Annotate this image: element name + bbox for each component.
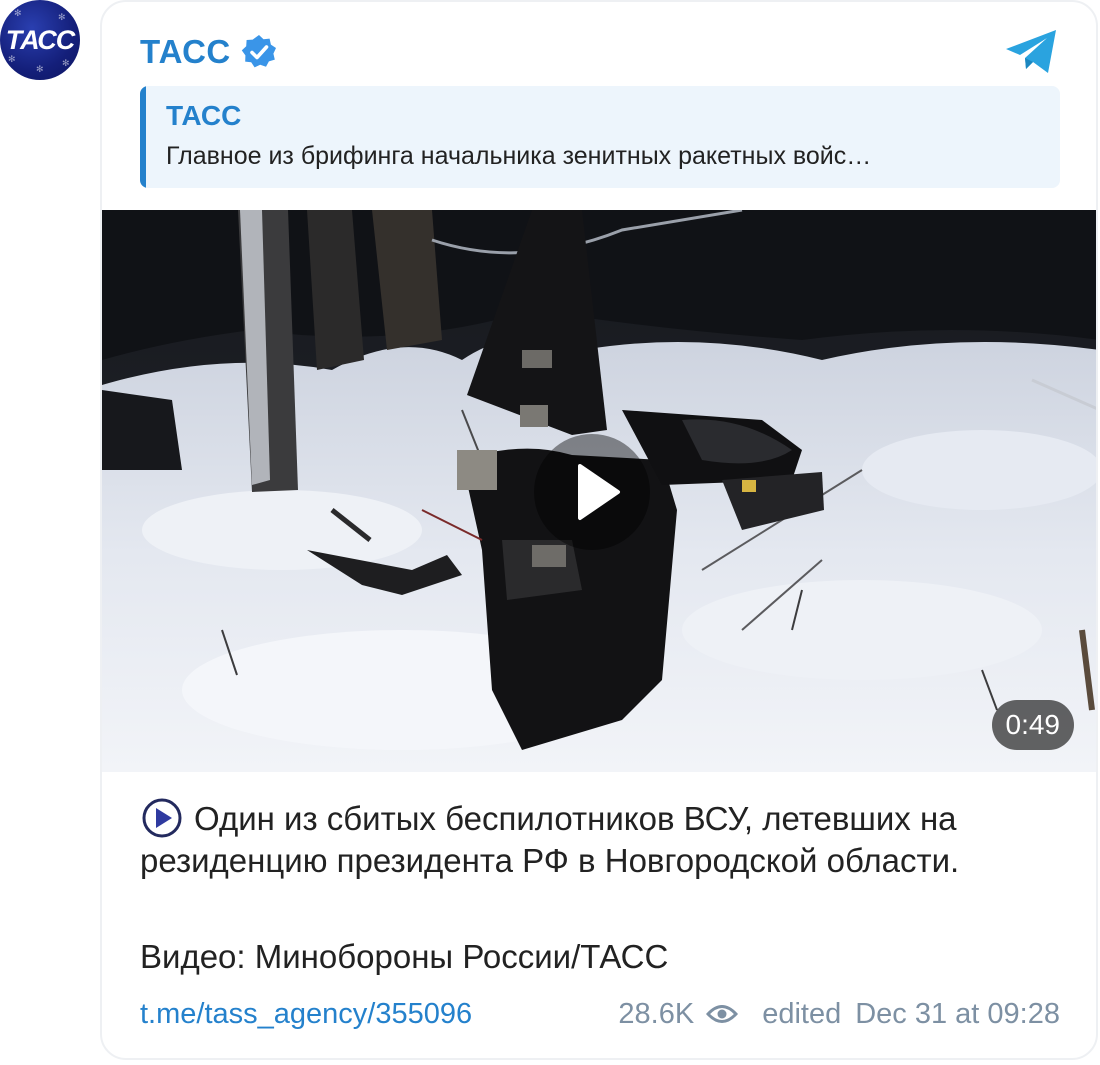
play-button[interactable] xyxy=(534,434,650,550)
forwarded-message-preview[interactable]: ТАСС Главное из брифинга начальника зени… xyxy=(140,86,1060,188)
reply-author: ТАСС xyxy=(166,100,242,131)
channel-avatar[interactable]: ✻ ✻ ✻ ✻ ✻ ТАСС xyxy=(0,0,80,80)
telegram-icon[interactable] xyxy=(1004,28,1060,76)
video-credit: Видео: Минобороны России/ТАСС xyxy=(140,938,669,975)
reply-accent-bar xyxy=(140,86,146,188)
verified-badge-icon xyxy=(241,35,276,68)
snowflake-icon: ✻ xyxy=(36,65,44,75)
play-icon xyxy=(578,464,620,520)
post-footer: t.me/tass_agency/355096 28.6K edited Dec… xyxy=(140,994,1060,1034)
post-card: ТАСС ТАСС Главное из брифинга начальника… xyxy=(100,0,1098,1060)
snowflake-icon: ✻ xyxy=(58,13,66,23)
channel-name-link[interactable]: ТАСС xyxy=(140,33,231,71)
post-permalink[interactable]: t.me/tass_agency/355096 xyxy=(140,998,472,1031)
eye-icon xyxy=(706,1005,739,1023)
edited-label: edited xyxy=(762,997,842,1030)
video-player[interactable]: 0:49 xyxy=(102,210,1096,772)
avatar-logo-text: ТАСС xyxy=(5,25,76,55)
play-emoji-icon xyxy=(142,798,182,838)
telegram-post-embed: ✻ ✻ ✻ ✻ ✻ ТАСС ТАСС ТАСС Главное из бриф… xyxy=(0,0,1100,1065)
post-text-body: Один из сбитых беспилотников ВСУ, летевш… xyxy=(140,800,960,879)
snowflake-icon: ✻ xyxy=(14,9,22,19)
reply-snippet: Главное из брифинга начальника зенитных … xyxy=(166,142,872,170)
snowflake-icon: ✻ xyxy=(8,55,16,65)
video-duration-badge: 0:49 xyxy=(991,700,1074,750)
channel-header: ТАСС xyxy=(140,30,277,74)
snowflake-icon: ✻ xyxy=(62,59,70,69)
view-count: 28.6K xyxy=(618,997,695,1030)
post-text: Один из сбитых беспилотников ВСУ, летевш… xyxy=(140,798,1070,882)
post-timestamp[interactable]: Dec 31 at 09:28 xyxy=(855,998,1060,1031)
